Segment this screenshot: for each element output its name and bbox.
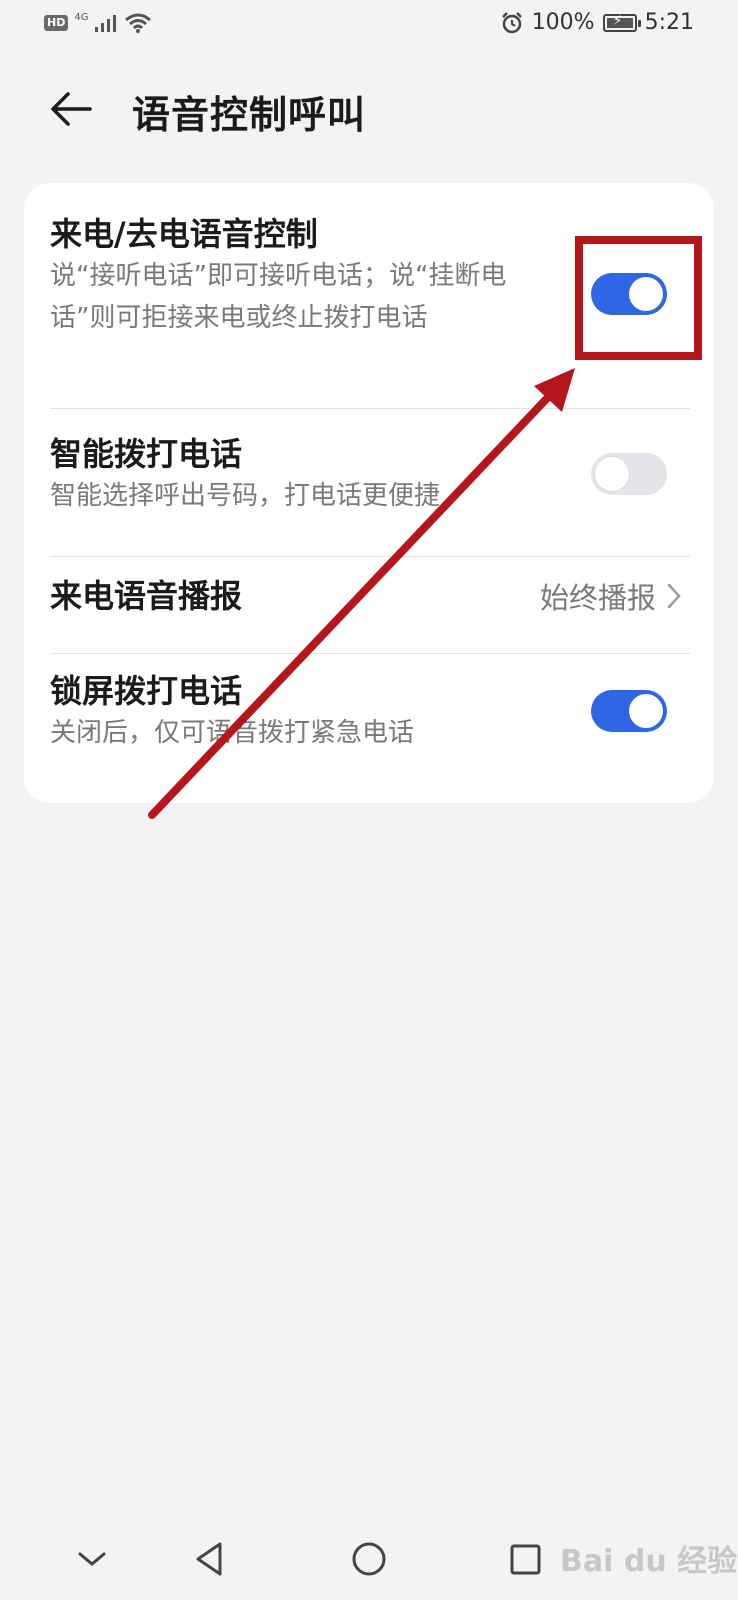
network-type: 4G xyxy=(74,11,89,23)
square-recents-icon xyxy=(510,1544,541,1575)
hd-badge: HD xyxy=(44,15,69,31)
alarm-icon xyxy=(501,11,522,33)
setting-voice-control-desc: 说“接听电话”即可接听电话；说“挂断电话”则可拒接来电或终止拨打电话 xyxy=(50,261,507,333)
setting-announce-value-wrap: 始终播报 xyxy=(540,575,682,617)
toggle-knob xyxy=(629,694,663,728)
header: 语音控制呼叫 xyxy=(0,70,738,146)
setting-announce[interactable]: 来电语音播报 始终播报 xyxy=(50,575,690,615)
circle-home-icon xyxy=(352,1542,386,1576)
status-right: 100% ⚡ 5:21 xyxy=(500,10,694,35)
smart-dial-toggle[interactable] xyxy=(591,453,667,495)
nav-back-button[interactable] xyxy=(180,1530,240,1590)
watermark: Bai du 经验 xyxy=(560,1544,738,1579)
status-bar: HD 4G 100% ⚡ 5:21 xyxy=(0,0,738,52)
battery-percent: 100% xyxy=(531,10,595,35)
chevron-down-icon xyxy=(78,1552,106,1566)
divider xyxy=(50,653,690,654)
triangle-back-icon xyxy=(196,1542,222,1576)
wifi-icon xyxy=(125,13,152,33)
nav-recents-button[interactable] xyxy=(496,1530,556,1590)
setting-announce-value: 始终播报 xyxy=(539,581,656,615)
setting-smart-dial-desc: 智能选择呼出号码，打电话更便捷 xyxy=(50,481,441,511)
divider xyxy=(50,408,690,409)
signal-icon xyxy=(95,15,117,32)
annotation-highlight-box xyxy=(575,236,702,360)
setting-lock-dial-desc: 关闭后，仅可语音拨打紧急电话 xyxy=(50,718,415,748)
chevron-right-icon xyxy=(667,583,681,609)
battery-icon: ⚡ xyxy=(602,13,641,32)
nav-home-button[interactable] xyxy=(339,1530,399,1590)
back-button[interactable] xyxy=(46,84,96,134)
clock: 5:21 xyxy=(644,10,694,35)
status-left: HD 4G xyxy=(44,12,152,34)
page-title: 语音控制呼叫 xyxy=(132,93,367,137)
toggle-knob xyxy=(595,457,629,491)
divider xyxy=(50,556,690,557)
nav-collapse-button[interactable] xyxy=(62,1530,122,1590)
lock-dial-toggle[interactable] xyxy=(591,690,667,732)
back-arrow-icon xyxy=(51,92,92,126)
